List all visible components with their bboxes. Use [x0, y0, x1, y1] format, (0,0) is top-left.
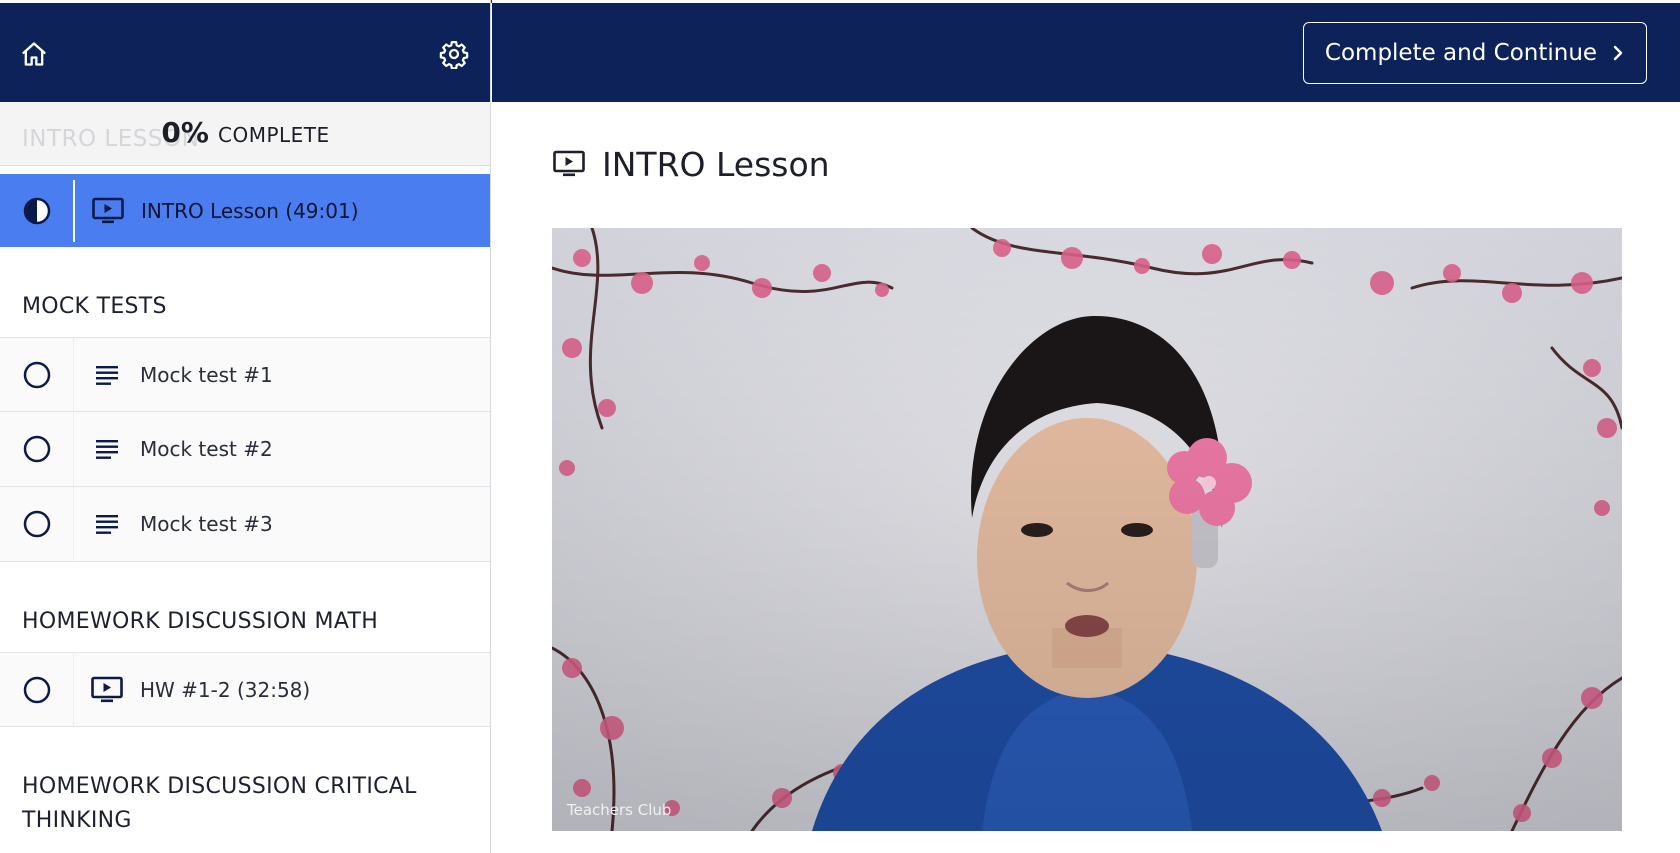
- lecture-status: [0, 174, 73, 247]
- lecture-status: [0, 653, 73, 726]
- text-lines-icon: [96, 365, 118, 385]
- lecture-title: HW #1-2 (32:58): [140, 677, 311, 702]
- lecture-item-mock-test-2[interactable]: Mock test #2: [0, 412, 490, 487]
- section-title-homework-critical-thinking: HOMEWORK DISCUSSION CRITICAL THINKING: [22, 774, 417, 833]
- lecture-status: [0, 338, 73, 411]
- empty-circle-icon: [23, 361, 50, 388]
- lecture-title: Mock test #2: [140, 437, 273, 461]
- section-title-mock-tests: MOCK TESTS: [22, 294, 167, 319]
- lesson-heading: INTRO Lesson: [552, 140, 830, 188]
- lecture-type: [75, 196, 141, 226]
- video-play-icon: [92, 197, 124, 223]
- home-icon: [22, 42, 46, 66]
- continue-label: Complete and Continue: [1324, 40, 1598, 66]
- text-lines-icon: [96, 440, 118, 459]
- progress-percent: 0%: [161, 116, 209, 149]
- lecture-item-mock-test-1[interactable]: Mock test #1: [0, 337, 490, 412]
- lecture-type: [74, 675, 140, 705]
- course-player: INTRO LESSON 0% COMPLETE INTRO Lesson (4…: [0, 0, 1680, 853]
- text-lines-icon: [96, 515, 118, 534]
- progress-text: 0% COMPLETE: [0, 116, 490, 149]
- chevron-right-icon: [1613, 45, 1623, 61]
- empty-circle-icon: [23, 676, 50, 703]
- lecture-item-intro-lesson[interactable]: INTRO Lesson (49:01): [0, 174, 490, 247]
- video-frame: [552, 228, 1622, 831]
- lecture-type: [74, 512, 140, 536]
- progress-label: COMPLETE: [217, 123, 330, 147]
- main-header: Complete and Continue: [492, 3, 1680, 102]
- video-watermark: Teachers Club: [567, 801, 672, 819]
- lecture-title: Mock test #1: [140, 362, 273, 387]
- empty-circle-icon: [23, 510, 50, 538]
- gear-icon: [439, 41, 469, 69]
- video-play-icon: [91, 676, 123, 702]
- course-progress: INTRO LESSON 0% COMPLETE: [0, 102, 490, 166]
- empty-circle-icon: [23, 435, 50, 463]
- course-sidebar: INTRO LESSON 0% COMPLETE INTRO Lesson (4…: [0, 0, 491, 853]
- lecture-status: [0, 412, 73, 486]
- video-player[interactable]: Teachers Club: [552, 228, 1622, 831]
- complete-and-continue-button[interactable]: Complete and Continue: [1303, 22, 1647, 84]
- lecture-type: [74, 363, 140, 387]
- video-play-icon: [553, 150, 585, 177]
- lecture-title: INTRO Lesson (49:01): [141, 198, 359, 223]
- lecture-type: [74, 437, 140, 461]
- lecture-item-mock-test-3[interactable]: Mock test #3: [0, 487, 490, 562]
- lesson-title: INTRO Lesson: [602, 144, 830, 184]
- settings-button[interactable]: [436, 36, 472, 72]
- lecture-title: Mock test #3: [140, 512, 273, 536]
- lecture-status: [0, 487, 73, 561]
- lecture-item-hw-1-2[interactable]: HW #1-2 (32:58): [0, 652, 490, 727]
- section-title-homework-math: HOMEWORK DISCUSSION MATH: [22, 609, 379, 634]
- half-circle-progress-icon: [23, 197, 50, 224]
- lesson-content: Complete and Continue INTRO Lesson Teach…: [492, 0, 1680, 853]
- sidebar-header: [0, 3, 490, 102]
- home-button[interactable]: [16, 36, 52, 72]
